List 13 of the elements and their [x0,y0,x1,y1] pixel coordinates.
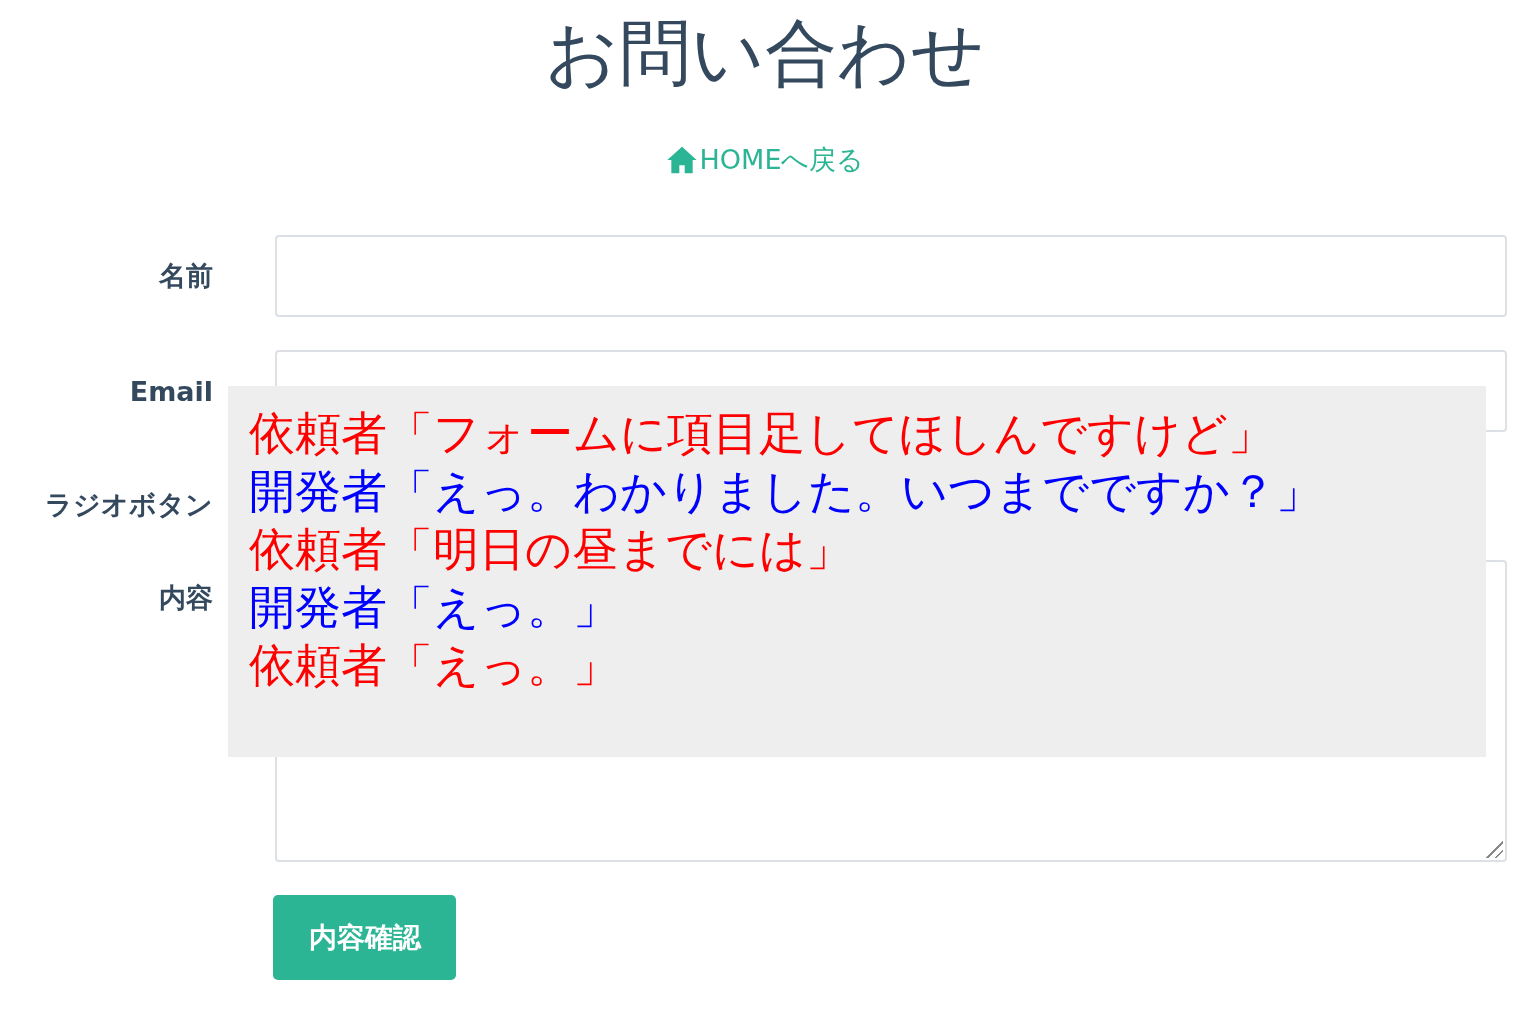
dialogue-line: 開発者「えっ。わかりました。いつまでですか？」 [249,463,1323,520]
page-title: お問い合わせ [545,10,985,97]
home-link[interactable]: HOMEへ戻る [665,142,865,178]
dialogue-line: 依頼者「明日の昼までには」 [249,521,853,578]
dialogue-line: 依頼者「えっ。」 [249,637,620,694]
field-label: 内容 [158,581,213,615]
field-label: ラジオボタン [44,488,213,522]
confirm-button[interactable]: 内容確認 [273,895,456,980]
home-icon [665,145,698,175]
field-label: Email [128,375,213,407]
dialogue-line: 開発者「えっ。」 [249,579,620,636]
field-label: 名前 [158,259,213,293]
dialogue-line: 依頼者「フォームに項目足してほしんですけど」 [249,405,1275,462]
